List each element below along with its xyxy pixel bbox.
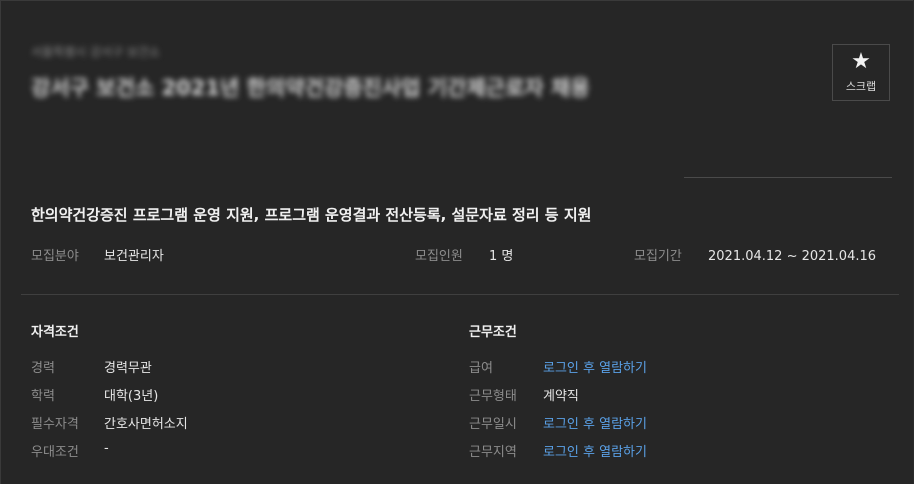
section-divider <box>21 294 899 295</box>
recruit-field: 모집분야 보건관리자 <box>31 245 164 264</box>
recruit-field-label: 모집분야 <box>31 249 79 264</box>
condition-label: 근무지역 <box>469 445 517 460</box>
recruit-headcount-value: 1 명 <box>489 249 514 264</box>
star-icon: ★ <box>851 49 871 74</box>
recruit-headcount: 모집인원 1 명 <box>415 245 513 264</box>
company-name: 서울특별시 강서구 보건소 <box>31 45 161 59</box>
qualification-value: 경력무관 <box>104 361 152 376</box>
recruit-headcount-label: 모집인원 <box>415 249 463 264</box>
login-to-view-link[interactable]: 로그인 후 열람하기 <box>543 357 647 376</box>
recruit-period-label: 모집기간 <box>634 249 682 264</box>
login-to-view-link[interactable]: 로그인 후 열람하기 <box>543 413 647 432</box>
scrap-button[interactable]: ★ 스크랩 <box>832 44 890 101</box>
qualification-value: 대학(3년) <box>104 389 159 404</box>
job-posting-panel: 서울특별시 강서구 보건소 강서구 보건소 2021년 한의약건강증진사업 기간… <box>0 0 913 484</box>
divider <box>684 177 892 178</box>
recruit-period: 모집기간 2021.04.12 ~ 2021.04.16 <box>634 245 876 264</box>
condition-label: 근무형태 <box>469 389 517 404</box>
recruit-field-value: 보건관리자 <box>104 249 164 264</box>
job-title: 강서구 보건소 2021년 한의약건강증진사업 기간제근로자 채용 <box>31 76 590 100</box>
job-headline: 한의약건강증진 프로그램 운영 지원, 프로그램 운영결과 전산등록, 설문자료… <box>31 206 592 224</box>
qualifications-title: 자격조건 <box>31 325 79 340</box>
qualification-value: 간호사면허소지 <box>104 417 188 432</box>
condition-label: 급여 <box>469 361 493 376</box>
login-to-view-link[interactable]: 로그인 후 열람하기 <box>543 441 647 460</box>
qualification-label: 필수자격 <box>31 417 79 432</box>
qualification-label: 경력 <box>31 361 55 376</box>
qualification-label: 학력 <box>31 389 55 404</box>
recruit-period-value: 2021.04.12 ~ 2021.04.16 <box>708 249 877 264</box>
scrap-label: 스크랩 <box>845 80 877 93</box>
conditions-title: 근무조건 <box>469 325 517 340</box>
condition-value: 계약직 <box>543 389 579 404</box>
qualification-value: - <box>104 441 109 456</box>
qualification-label: 우대조건 <box>31 445 79 460</box>
condition-label: 근무일시 <box>469 417 517 432</box>
